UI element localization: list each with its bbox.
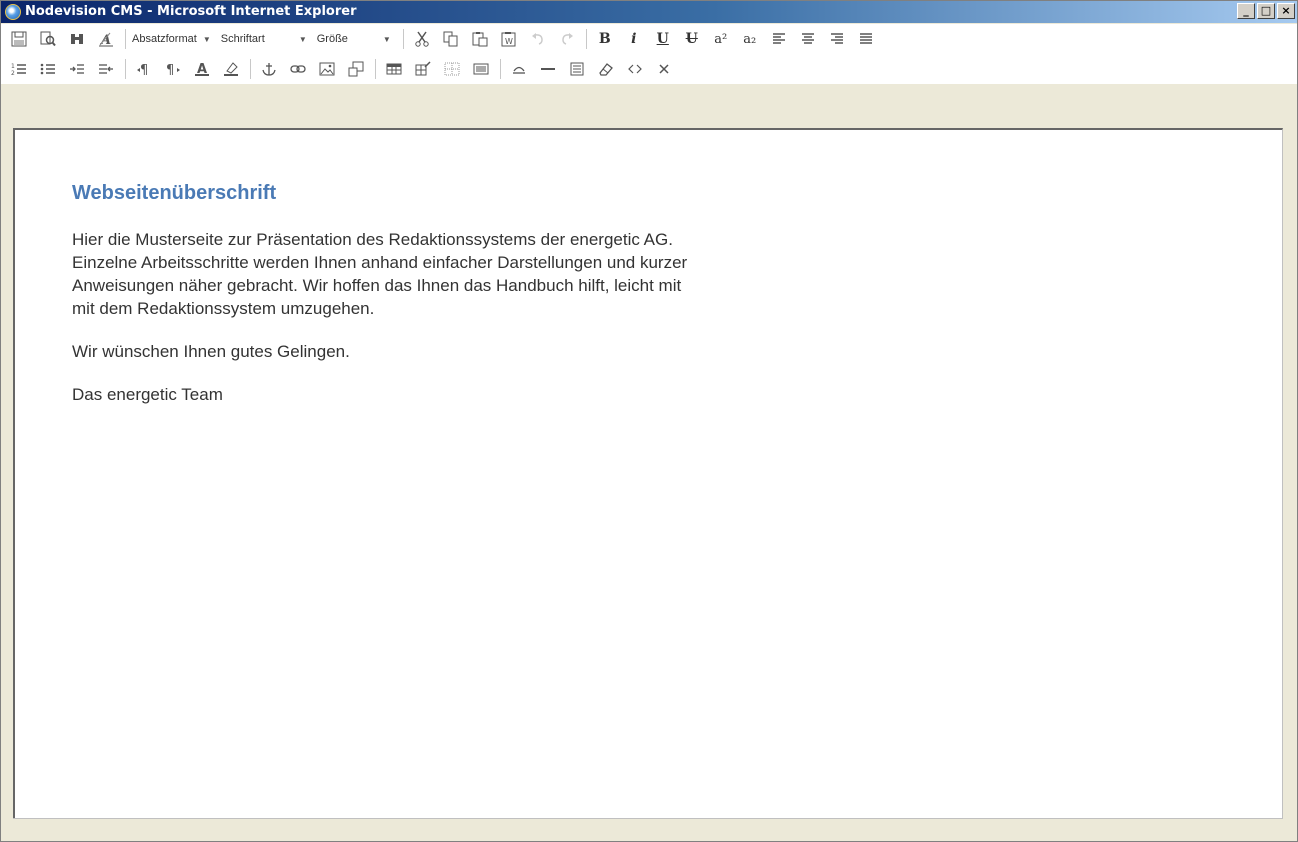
paragraph-rtl-icon[interactable]: ¶: [132, 58, 156, 80]
bold-button[interactable]: B: [593, 28, 617, 50]
size-select[interactable]: Größe ▼: [317, 29, 391, 49]
close-button[interactable]: ×: [1277, 3, 1295, 19]
paragraph-ltr-icon[interactable]: ¶: [161, 58, 185, 80]
image-icon[interactable]: [315, 58, 339, 80]
bullet-list-icon[interactable]: [36, 58, 60, 80]
indent-icon[interactable]: [65, 58, 89, 80]
toolbar-separator: [402, 29, 404, 49]
anchor-icon[interactable]: [257, 58, 281, 80]
chevron-down-icon: ▼: [202, 34, 211, 44]
table-cell-icon[interactable]: [469, 58, 493, 80]
numbered-list-icon[interactable]: 12: [7, 58, 31, 80]
page-heading: Webseitenüberschrift: [72, 182, 277, 204]
font-label: Schriftart: [220, 33, 265, 45]
copy-icon[interactable]: [439, 28, 463, 50]
strikethrough-button[interactable]: U: [680, 28, 704, 50]
toolbar-separator: [500, 59, 501, 79]
title-bar: Nodevision CMS - Microsoft Internet Expl…: [1, 1, 1297, 23]
redo-icon[interactable]: [555, 28, 579, 50]
underline-button[interactable]: U: [651, 28, 675, 50]
chevron-down-icon: ▼: [298, 34, 307, 44]
page-content: Webseitenüberschrift Hier die Musterseit…: [72, 180, 972, 426]
paragraph-format-select[interactable]: Absatzformat ▼: [132, 29, 211, 49]
save-icon[interactable]: [7, 28, 31, 50]
svg-text:1: 1: [11, 63, 15, 70]
right-frame-border: [1283, 128, 1297, 841]
paste-from-word-icon[interactable]: W: [497, 28, 521, 50]
maximize-button[interactable]: □: [1257, 3, 1275, 19]
close-editor-icon[interactable]: [652, 58, 676, 80]
find-icon[interactable]: [65, 28, 89, 50]
italic-button[interactable]: i: [622, 28, 646, 50]
link-icon[interactable]: [286, 58, 310, 80]
editor-content-area[interactable]: Webseitenüberschrift Hier die Musterseit…: [13, 128, 1283, 818]
window-controls: _ □ ×: [1237, 3, 1295, 19]
toolbar-separator: [250, 59, 251, 79]
align-left-icon[interactable]: [767, 28, 791, 50]
insert-object-icon[interactable]: [344, 58, 368, 80]
align-center-icon[interactable]: [796, 28, 820, 50]
toolbar-separator: [125, 29, 126, 49]
paste-icon[interactable]: [468, 28, 492, 50]
editor-toolbar-row-1: A Absatzformat ▼ Schriftart ▼ Größe ▼ W: [1, 24, 1297, 54]
browser-window: Nodevision CMS - Microsoft Internet Expl…: [0, 0, 1298, 842]
internet-explorer-icon: [5, 4, 21, 20]
svg-text:¶: ¶: [166, 63, 174, 77]
horizontal-rule-icon[interactable]: [536, 58, 560, 80]
superscript-button[interactable]: a²: [709, 28, 733, 50]
svg-text:A: A: [99, 33, 111, 47]
template-icon[interactable]: [565, 58, 589, 80]
align-justify-icon[interactable]: [854, 28, 878, 50]
text-color-icon[interactable]: A: [190, 58, 214, 80]
align-right-icon[interactable]: [825, 28, 849, 50]
intro-paragraph: Hier die Musterseite zur Präsentation de…: [72, 230, 688, 318]
style-icon[interactable]: A: [94, 28, 118, 50]
size-label: Größe: [316, 33, 348, 45]
undo-icon[interactable]: [526, 28, 550, 50]
svg-text:2: 2: [11, 70, 15, 77]
eraser-icon[interactable]: [594, 58, 618, 80]
highlight-color-icon[interactable]: [219, 58, 243, 80]
table-borders-icon[interactable]: [440, 58, 464, 80]
toolbar-separator: [125, 59, 126, 79]
font-select[interactable]: Schriftart ▼: [221, 29, 307, 49]
status-bar: [13, 818, 1283, 841]
source-code-icon[interactable]: [623, 58, 647, 80]
chevron-down-icon: ▼: [382, 34, 391, 44]
table-edit-icon[interactable]: [411, 58, 435, 80]
svg-text:¶: ¶: [140, 63, 148, 77]
table-icon[interactable]: [382, 58, 406, 80]
preview-icon[interactable]: [36, 28, 60, 50]
cut-icon[interactable]: [410, 28, 434, 50]
toolbar-separator: [585, 29, 587, 49]
subscript-button[interactable]: a₂: [738, 28, 762, 50]
window-title: Nodevision CMS - Microsoft Internet Expl…: [25, 4, 357, 19]
paragraph-format-label: Absatzformat: [132, 33, 197, 45]
minimize-button[interactable]: _: [1237, 3, 1255, 19]
editor-toolbar-row-2: 12 ¶ ¶ A: [1, 54, 1297, 84]
signature-paragraph: Das energetic Team: [72, 385, 223, 404]
toolbar-separator: [375, 59, 376, 79]
wishes-paragraph: Wir wünschen Ihnen gutes Gelingen.: [72, 342, 350, 361]
svg-text:W: W: [505, 37, 513, 46]
form-field-icon[interactable]: [507, 58, 531, 80]
outdent-icon[interactable]: [94, 58, 118, 80]
